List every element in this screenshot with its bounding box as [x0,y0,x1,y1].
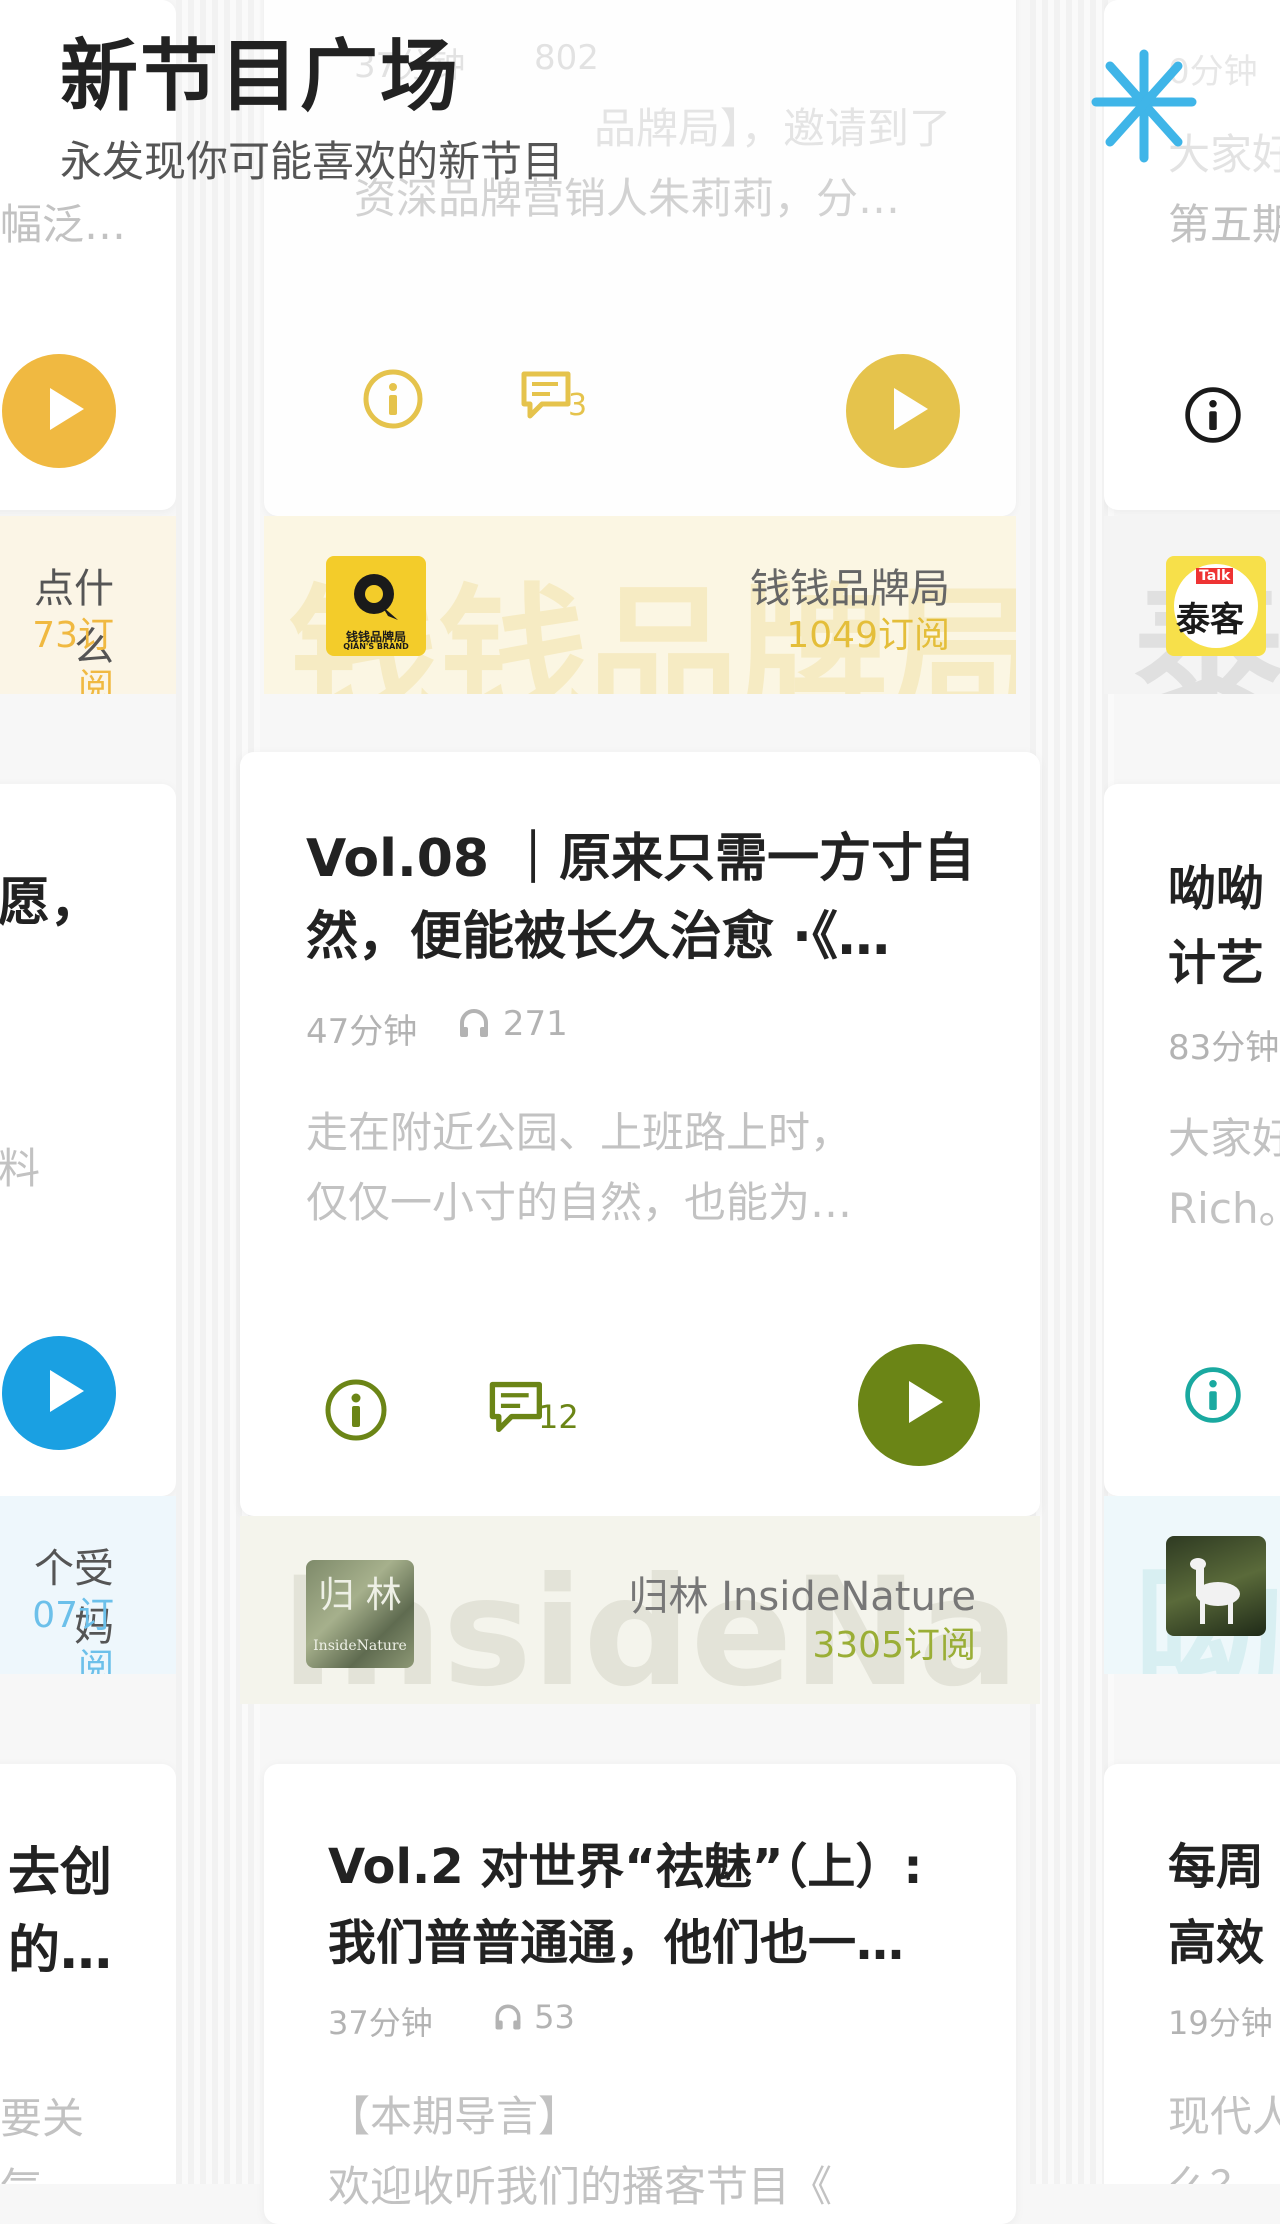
podcast-banner[interactable]: 个受妈 07订阅 [0,1496,176,1674]
episode-description: 品牌局】，邀请到了 [594,104,952,153]
info-icon[interactable] [1182,1364,1244,1426]
episode-description: Rich。 [1168,1184,1280,1233]
episode-description: 气 [0,2154,42,2184]
left-column: 幅泛… 点什么 73订阅 愿， 料 个受妈 07订阅 去创 的… 要关 气 [0,0,176,2184]
podcast-name: 归林 InsideNature [628,1574,976,1620]
page-title: 新节目广场 [60,32,461,122]
episode-title: 计艺 [1168,935,1265,991]
episode-card[interactable]: Vol.08 ｜原来只需一方寸自 然，便能被长久治愈 ·《… 47分钟 271 … [240,752,1040,1516]
comment-count: 12 [538,1398,579,1436]
info-icon[interactable] [1182,384,1244,446]
episode-card[interactable]: 每周 高效 19分钟 现代人 么？ [1104,1764,1280,2184]
podcast-banner[interactable]: 泰 Talk 泰客 [1104,516,1280,694]
episode-title: Vol.2 对世界“祛魅”（上）: [328,1839,923,1895]
episode-duration: 83分钟 [1168,1028,1280,1068]
podcast-subscribers: 3305订阅 [812,1625,976,1666]
gutter-stripes [1030,0,1114,2184]
cover-text: 归 林 [318,1575,402,1616]
info-icon[interactable] [322,1376,390,1444]
episode-description: 走在附近公园、上班路上时， [306,1108,853,1157]
episode-card[interactable]: Vol.2 对世界“祛魅”（上）: 我们普普通通，他们也一… 37分钟 53 【… [264,1764,1016,2224]
episode-card[interactable]: 去创 的… 要关 气 [0,1764,176,2184]
podcast-subscribers: 07订阅 [32,1595,114,1674]
comment-count: 3 [568,388,588,423]
episode-description: 第五期 [1168,200,1280,249]
podcast-cover[interactable]: 归 林 InsideNature [306,1560,414,1668]
play-button[interactable] [2,1336,116,1450]
deer-image [1190,1558,1240,1624]
episode-title: Vol.08 ｜原来只需一方寸自 [306,829,976,889]
episode-plays: 802 [534,38,599,78]
plays-count: 271 [502,1004,568,1044]
center-column: 37分钟 802 品牌局】，邀请到了 资深品牌营销人朱莉莉，分… 3 钱钱品牌局 [240,0,1040,2224]
episode-description: 【本期导言】 [328,2092,581,2141]
headphones-icon [495,2004,521,2030]
episode-title: 我们普普通通，他们也一… [328,1915,905,1971]
episode-description: 大家好 [1168,1114,1280,1163]
episode-title: 的… [8,1921,113,1981]
episode-description: 料 [0,1144,41,1193]
episode-duration: 47分钟 [306,1012,418,1052]
comment-button[interactable]: 12 [486,1376,586,1446]
cover-subtext: QIAN'S BRAND [343,642,409,651]
podcast-banner[interactable]: 点什么 73订阅 [0,516,176,694]
episode-description: 欢迎收听我们的播客节目《 [328,2162,833,2211]
episode-plays: 271 [456,1004,568,1044]
cover-tag: Talk [1196,568,1234,584]
episode-title: 高效 [1168,1915,1265,1971]
page-subtitle: 永发现你可能喜欢的新节目 [60,137,565,186]
episode-duration: 37分钟 [328,2004,433,2042]
episode-description: 么？ [1168,2152,1252,2184]
podcast-subscribers: 73订阅 [32,615,114,694]
episode-card[interactable]: 愿， 料 [0,784,176,1496]
episode-plays: 53 [492,1998,575,2036]
comment-button[interactable]: 3 [518,366,608,432]
cover-text: 泰客 [1176,600,1244,640]
podcast-cover[interactable]: Talk 泰客 [1166,556,1266,656]
episode-title: 呦呦 [1168,861,1265,917]
right-column: 0分钟 大家好 第五期 泰 Talk 泰客 呦呦 计艺 83分钟 大家好 Ric… [1104,0,1280,2184]
episode-card[interactable]: 呦呦 计艺 83分钟 大家好 Rich。 [1104,784,1280,1496]
play-button[interactable] [846,354,960,468]
cover-subtext: InsideNature [313,1638,407,1654]
episode-description: 仅仅一小寸的自然，也能为… [306,1178,853,1227]
asterisk-icon[interactable] [1088,46,1200,166]
play-button[interactable] [858,1344,980,1466]
episode-description: 现代人 [1168,2092,1280,2141]
podcast-banner[interactable]: InsideNa 归 林 InsideNature 归林 InsideNatur… [240,1516,1040,1704]
plays-count: 53 [534,1998,575,2036]
episode-title: 愿， [0,873,103,933]
episode-title: 去创 [8,1843,113,1903]
podcast-subscribers: 1049订阅 [786,615,950,656]
episode-description: 要关 [0,2094,85,2143]
play-button[interactable] [2,354,116,468]
podcast-cover[interactable] [1166,1536,1266,1636]
info-icon[interactable] [360,366,426,432]
episode-title: 每周 [1168,1839,1265,1895]
episode-duration: 19分钟 [1168,2004,1273,2042]
podcast-cover[interactable]: 钱钱品牌局 QIAN'S BRAND [326,556,426,656]
podcast-banner[interactable]: 钱钱品牌局 钱钱品牌局 QIAN'S BRAND 钱钱品牌局 1049订阅 [264,516,1016,694]
episode-description: 幅泛… [0,200,127,249]
podcast-banner[interactable]: 呦 [1104,1496,1280,1674]
episode-title: 然，便能被长久治愈 ·《… [306,907,890,967]
headphones-icon [460,1009,488,1037]
